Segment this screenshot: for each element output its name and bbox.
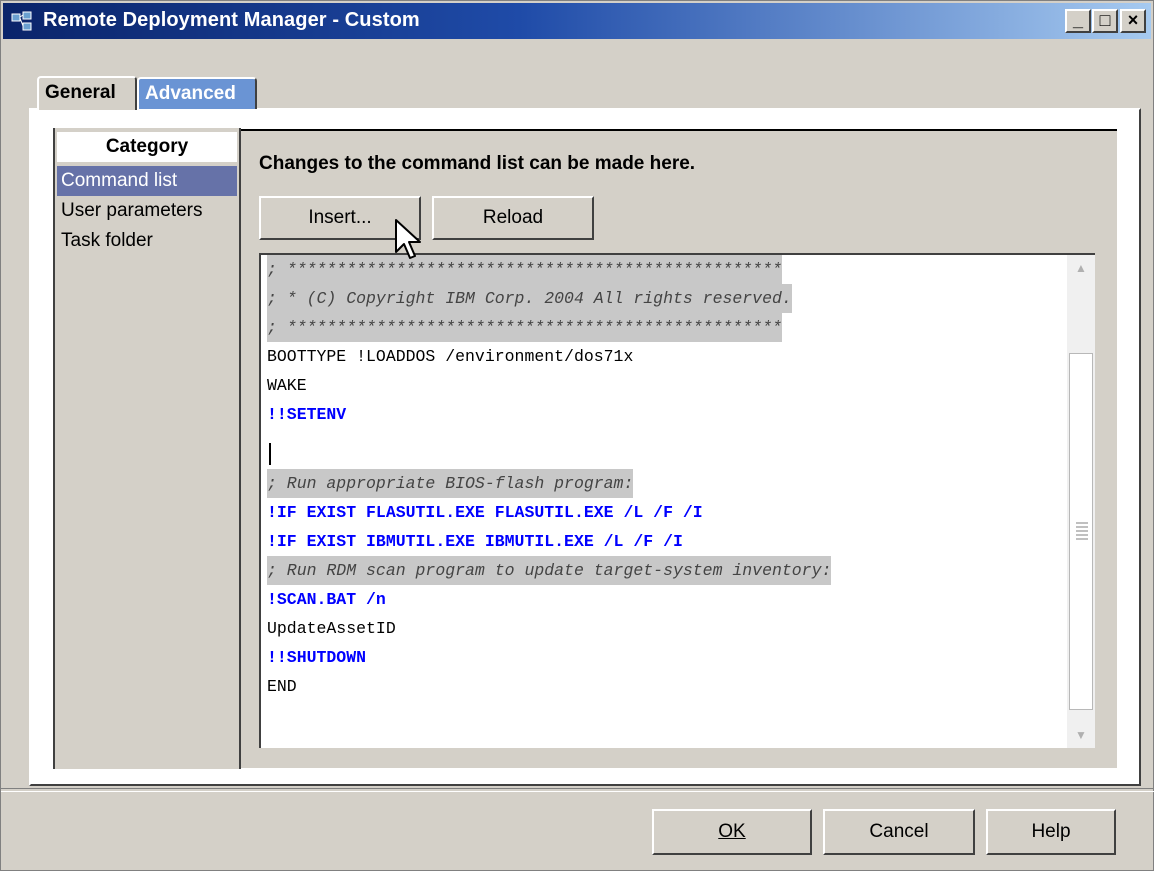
- insert-button-label: Insert...: [308, 207, 372, 228]
- maximize-button[interactable]: □: [1092, 9, 1118, 33]
- minimize-button[interactable]: _: [1065, 9, 1091, 33]
- code-line: END: [267, 677, 297, 696]
- category-list: Category Command list User parameters Ta…: [53, 128, 241, 769]
- scroll-down-arrow-icon[interactable]: ▼: [1067, 722, 1095, 748]
- category-header: Category: [57, 132, 237, 162]
- window-title: Remote Deployment Manager - Custom: [43, 9, 420, 31]
- scroll-up-arrow-icon[interactable]: ▲: [1067, 255, 1095, 281]
- command-list-editor[interactable]: ; **************************************…: [259, 253, 1095, 748]
- category-item-user-parameters[interactable]: User parameters: [57, 196, 237, 226]
- code-line: BOOTTYPE !LOADDOS /environment/dos71x: [267, 347, 634, 366]
- code-line: ; Run appropriate BIOS-flash program:: [267, 469, 634, 498]
- tab-advanced[interactable]: Advanced: [137, 77, 257, 109]
- ok-button[interactable]: OK: [652, 809, 812, 855]
- scroll-thumb[interactable]: [1069, 353, 1093, 710]
- code-line: !!SETENV: [267, 405, 347, 424]
- reload-button[interactable]: Reload: [432, 196, 594, 240]
- editor-vertical-scrollbar[interactable]: ▲ ▼: [1067, 255, 1095, 748]
- code-line: ; **************************************…: [267, 313, 782, 342]
- help-button-label: Help: [1031, 821, 1071, 842]
- code-line: ; **************************************…: [267, 255, 782, 284]
- tab-general[interactable]: General: [37, 76, 137, 110]
- reload-button-label: Reload: [482, 207, 544, 228]
- code-line: ; Run RDM scan program to update target-…: [267, 556, 832, 585]
- cancel-button[interactable]: Cancel: [823, 809, 975, 855]
- mouse-pointer-icon: [395, 219, 421, 259]
- scroll-thumb-grip-icon: [1076, 522, 1088, 542]
- ok-button-label: OK: [718, 821, 746, 842]
- category-item-command-list[interactable]: Command list: [57, 166, 237, 196]
- help-button[interactable]: Help: [986, 809, 1116, 855]
- code-line: WAKE: [267, 376, 307, 395]
- title-bar[interactable]: Remote Deployment Manager - Custom _ □ ×: [3, 3, 1151, 39]
- content-description: Changes to the command list can be made …: [259, 153, 696, 174]
- code-line: !IF EXIST IBMUTIL.EXE IBMUTIL.EXE /L /F …: [267, 532, 683, 551]
- category-item-task-folder[interactable]: Task folder: [57, 226, 237, 256]
- text-caret: [269, 443, 271, 465]
- code-line: !IF EXIST FLASUTIL.EXE FLASUTIL.EXE /L /…: [267, 503, 703, 522]
- dialog-window: Remote Deployment Manager - Custom _ □ ×…: [0, 0, 1154, 871]
- cancel-button-label: Cancel: [869, 821, 929, 842]
- close-button[interactable]: ×: [1120, 9, 1146, 33]
- code-line: UpdateAssetID: [267, 619, 396, 638]
- code-line: !!SHUTDOWN: [267, 648, 367, 667]
- code-line: ; * (C) Copyright IBM Corp. 2004 All rig…: [267, 284, 792, 313]
- app-icon: [11, 11, 32, 31]
- footer-separator: [1, 788, 1154, 792]
- code-line: !SCAN.BAT /n: [267, 590, 386, 609]
